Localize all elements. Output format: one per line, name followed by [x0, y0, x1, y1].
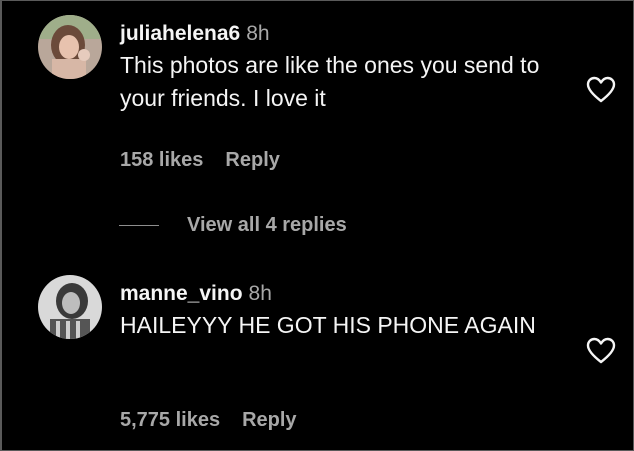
- avatar[interactable]: [38, 15, 102, 79]
- avatar[interactable]: [38, 275, 102, 339]
- comment-text: This photos are like the ones you send t…: [120, 52, 540, 111]
- reply-button[interactable]: Reply: [225, 149, 279, 171]
- heart-outline-icon: [586, 76, 616, 103]
- comment-header: manne_vino 8h: [120, 281, 580, 307]
- view-replies-label: View all 4 replies: [187, 213, 347, 236]
- username[interactable]: manne_vino: [120, 282, 243, 305]
- reply-button[interactable]: Reply: [242, 409, 296, 431]
- likes-count[interactable]: 5,775 likes: [120, 409, 220, 431]
- comment-body: manne_vino 8h HAILEYYY HE GOT HIS PHONE A…: [120, 281, 580, 342]
- likes-count[interactable]: 158 likes: [120, 149, 203, 171]
- comment-actions: 158 likes Reply: [120, 149, 280, 172]
- timestamp[interactable]: 8h: [246, 22, 269, 45]
- like-button[interactable]: [586, 76, 616, 104]
- comment-header: juliahelena6 8h: [120, 21, 580, 47]
- like-button[interactable]: [586, 337, 616, 365]
- profile-photo-avatar: [38, 15, 102, 79]
- divider-line: [119, 224, 159, 226]
- profile-photo-avatar: [38, 275, 102, 339]
- comment-actions: 5,775 likes Reply: [120, 409, 297, 432]
- comments-panel: juliahelena6 8h This photos are like the …: [0, 0, 634, 451]
- comment-body: juliahelena6 8h This photos are like the …: [120, 21, 580, 115]
- heart-outline-icon: [586, 337, 616, 364]
- view-replies-button[interactable]: View all 4 replies: [119, 212, 347, 238]
- comment-text: HAILEYYY HE GOT HIS PHONE AGAIN: [120, 312, 536, 338]
- timestamp[interactable]: 8h: [249, 282, 272, 305]
- username[interactable]: juliahelena6: [120, 22, 240, 45]
